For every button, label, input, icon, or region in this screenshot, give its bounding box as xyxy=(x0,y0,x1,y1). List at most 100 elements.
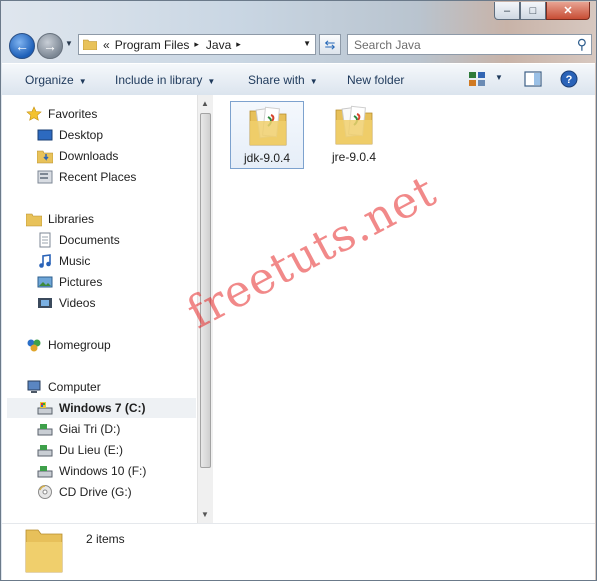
nav-homegroup-label: Homegroup xyxy=(48,338,111,352)
include-in-library-label: Include in library xyxy=(115,73,203,87)
nav-item-label: Pictures xyxy=(59,275,103,289)
nav-libraries-label: Libraries xyxy=(48,212,95,226)
chevron-down-icon: ▼ xyxy=(207,77,216,86)
address-overflow-icon[interactable]: « xyxy=(103,38,110,52)
svg-text:?: ? xyxy=(566,74,573,86)
nav-item-drive-g[interactable]: CD Drive (G:) xyxy=(37,482,132,502)
share-with-menu[interactable]: Share with ▼ xyxy=(248,73,318,87)
navigation-bar: ← → ▼ « Program Files ▸ Java ▸ ▼ ⇆ Searc… xyxy=(7,31,592,59)
pictures-icon xyxy=(37,274,53,290)
command-bar: Organize ▼ Include in library ▼ Share with… xyxy=(2,63,595,96)
search-icon[interactable]: ⚲ xyxy=(577,36,587,53)
nav-item-label: Downloads xyxy=(59,149,119,163)
videos-icon xyxy=(37,295,53,311)
search-placeholder: Search Java xyxy=(354,37,421,52)
preview-pane-icon[interactable] xyxy=(524,70,542,88)
nav-item-label: Documents xyxy=(59,233,120,247)
star-icon xyxy=(26,106,42,122)
breadcrumb-java[interactable]: Java xyxy=(206,38,231,52)
homegroup-icon xyxy=(26,337,42,353)
nav-item-downloads[interactable]: Downloads xyxy=(36,146,119,166)
address-bar[interactable]: « Program Files ▸ Java ▸ ▼ xyxy=(78,34,316,55)
folder-item-jdk[interactable]: jdk-9.0.4 xyxy=(230,101,304,169)
organize-menu[interactable]: Organize ▼ xyxy=(25,73,87,87)
recent-pages-dropdown[interactable]: ▼ xyxy=(65,39,73,48)
computer-icon xyxy=(26,379,42,395)
maximize-button[interactable]: □ xyxy=(520,2,546,20)
breadcrumb-program-files[interactable]: Program Files xyxy=(115,38,190,52)
nav-item-drive-d[interactable]: Giai Tri (D:) xyxy=(37,419,120,439)
downloads-icon xyxy=(36,148,54,164)
arrow-left-icon: ← xyxy=(15,38,29,54)
chevron-down-icon: ▼ xyxy=(309,77,318,86)
music-icon xyxy=(37,253,53,269)
nav-item-recent-places[interactable]: Recent Places xyxy=(37,167,136,187)
share-with-label: Share with xyxy=(248,73,305,87)
forward-button[interactable]: → xyxy=(37,33,63,59)
nav-item-label: Giai Tri (D:) xyxy=(59,422,121,436)
breadcrumb-separator-icon[interactable]: ▸ xyxy=(236,39,241,50)
nav-item-label: Windows 10 (F:) xyxy=(59,464,147,478)
java-folder-icon xyxy=(249,106,287,146)
nav-computer[interactable]: Computer xyxy=(26,377,101,397)
help-icon[interactable]: ? xyxy=(560,70,578,88)
folder-name: jre-9.0.4 xyxy=(331,150,377,164)
cd-drive-icon xyxy=(37,484,53,500)
explorer-window: – □ ✕ ← → ▼ « Program Files ▸ Java ▸ ▼ ⇆… xyxy=(0,0,597,581)
hard-drive-icon xyxy=(37,421,53,437)
new-folder-button[interactable]: New folder xyxy=(347,73,404,87)
nav-item-drive-f[interactable]: Windows 10 (F:) xyxy=(37,461,146,481)
scroll-up-icon[interactable]: ▲ xyxy=(201,99,209,108)
navigation-pane: Favorites Desktop Downloads Recent Place… xyxy=(2,95,214,523)
nav-homegroup[interactable]: Homegroup xyxy=(26,335,111,355)
hard-drive-icon xyxy=(37,463,53,479)
nav-libraries[interactable]: Libraries xyxy=(25,209,95,229)
nav-favorites-label: Favorites xyxy=(48,107,98,121)
windows-drive-icon xyxy=(37,400,53,416)
back-button[interactable]: ← xyxy=(9,33,35,59)
nav-item-label: Music xyxy=(59,254,91,268)
nav-item-label: Videos xyxy=(59,296,96,310)
refresh-button[interactable]: ⇆ xyxy=(319,34,341,55)
scrollbar-thumb[interactable] xyxy=(200,113,211,468)
file-list: jdk-9.0.4 jre-9.0.4 xyxy=(215,95,595,523)
change-view-icon[interactable] xyxy=(468,70,486,88)
scroll-down-icon[interactable]: ▼ xyxy=(201,510,209,519)
nav-item-documents[interactable]: Documents xyxy=(37,230,120,250)
item-count: 2 items xyxy=(86,532,125,546)
nav-item-label: Recent Places xyxy=(59,170,137,184)
folder-icon xyxy=(83,39,97,50)
java-folder-icon xyxy=(335,105,373,145)
address-dropdown-icon[interactable]: ▼ xyxy=(303,39,311,48)
include-in-library-menu[interactable]: Include in library ▼ xyxy=(115,73,215,87)
nav-item-music[interactable]: Music xyxy=(37,251,90,271)
organize-label: Organize xyxy=(25,73,74,87)
chevron-down-icon: ▼ xyxy=(78,77,87,86)
search-input[interactable]: Search Java ⚲ xyxy=(347,34,592,55)
breadcrumb-separator-icon[interactable]: ▸ xyxy=(194,39,199,50)
refresh-icon: ⇆ xyxy=(324,36,336,52)
view-options-dropdown-icon[interactable]: ▼ xyxy=(495,73,503,82)
nav-item-desktop[interactable]: Desktop xyxy=(37,125,103,145)
recent-places-icon xyxy=(37,169,53,185)
nav-item-label: CD Drive (G:) xyxy=(59,485,132,499)
folder-icon xyxy=(25,529,63,573)
documents-icon xyxy=(37,232,53,248)
details-pane: 2 items xyxy=(2,523,595,580)
desktop-icon xyxy=(37,127,53,143)
nav-item-drive-e[interactable]: Du Lieu (E:) xyxy=(37,440,123,460)
nav-item-pictures[interactable]: Pictures xyxy=(37,272,102,292)
minimize-button[interactable]: – xyxy=(494,2,520,20)
nav-pane-scrollbar[interactable]: ▲ ▼ xyxy=(197,95,214,523)
nav-item-label: Desktop xyxy=(59,128,104,142)
nav-computer-label: Computer xyxy=(48,380,101,394)
nav-item-label: Du Lieu (E:) xyxy=(59,443,124,457)
nav-item-drive-c[interactable]: Windows 7 (C:) xyxy=(7,398,196,418)
folder-name: jdk-9.0.4 xyxy=(243,151,291,165)
nav-item-videos[interactable]: Videos xyxy=(37,293,95,313)
nav-favorites[interactable]: Favorites xyxy=(26,104,97,124)
folder-item-jre[interactable]: jre-9.0.4 xyxy=(317,101,391,169)
close-button[interactable]: ✕ xyxy=(546,2,590,20)
hard-drive-icon xyxy=(37,442,53,458)
caption-buttons: – □ ✕ xyxy=(494,2,590,20)
